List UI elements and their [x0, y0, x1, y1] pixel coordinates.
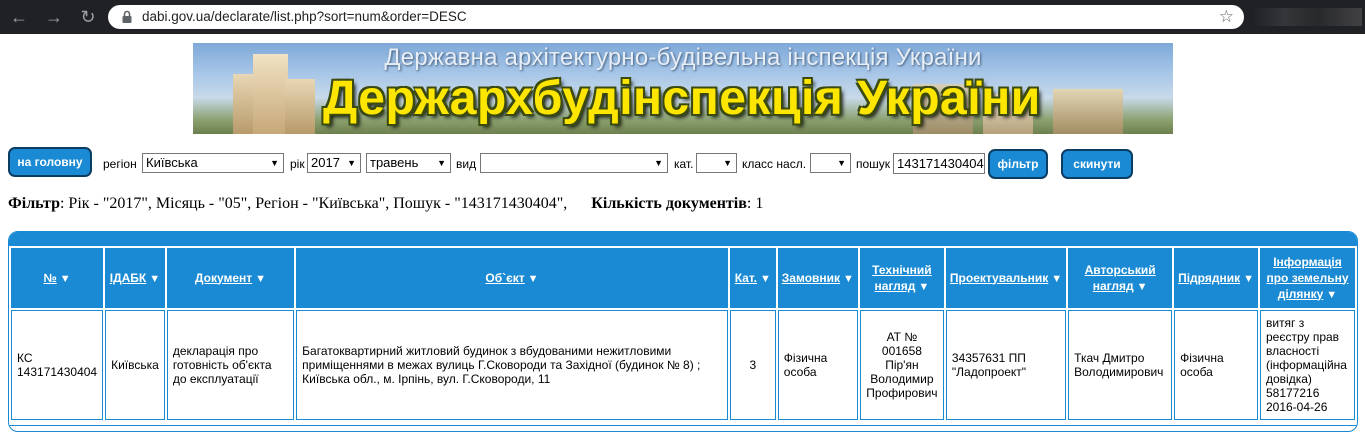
document-count-label: Кількість документів: [591, 195, 747, 212]
sort-arrow-icon: ▼: [59, 272, 71, 285]
cell-document: декларація про готовність об'єкта до екс…: [166, 310, 295, 420]
sort-arrow-icon: ▼: [918, 280, 930, 293]
sort-arrow-icon: ▼: [1051, 272, 1063, 285]
cell-land-info: витяг з реєстру прав власності (інформац…: [1259, 310, 1355, 420]
browser-toolbar: ← → ↻ dabi.gov.ua/declarate/list.php?sor…: [0, 0, 1365, 34]
year-label: рік: [290, 157, 305, 171]
column-header[interactable]: Кат. ▼: [729, 248, 776, 308]
sort-arrow-icon: ▼: [1326, 288, 1338, 301]
column-header[interactable]: Авторський нагляд ▼: [1068, 248, 1173, 308]
back-icon[interactable]: ←: [9, 7, 29, 27]
banner-subtitle: Державна архітектурно-будівельна інспекц…: [384, 44, 982, 71]
cell-designer: 34357631 ПП "Ладопроект": [945, 310, 1067, 420]
month-value: травень: [370, 155, 419, 170]
region-select[interactable]: Київська ▼: [142, 153, 284, 173]
table-header-row: № ▼ ІДАБК ▼ Документ ▼ Об`єкт ▼ Кат. ▼ Замовн…: [11, 248, 1355, 308]
url-text: dabi.gov.ua/declarate/list.php?sort=num&…: [142, 9, 467, 24]
sort-arrow-icon: ▼: [1243, 272, 1254, 285]
sort-arrow-icon: ▼: [843, 272, 854, 285]
cell-tech-supervision: АТ № 001658 Пір'ян Володимир Профирович: [859, 310, 944, 420]
results-table: № ▼ ІДАБК ▼ Документ ▼ Об`єкт ▼ Кат. ▼ Замовн…: [9, 246, 1357, 422]
type-select[interactable]: ▼: [480, 153, 668, 173]
cell-customer: Фізична особа: [777, 310, 858, 420]
cell-contractor: Фізична особа: [1174, 310, 1258, 420]
column-header[interactable]: Проектувальник ▼: [945, 248, 1067, 308]
address-bar[interactable]: dabi.gov.ua/declarate/list.php?sort=num&…: [108, 5, 1244, 29]
chevron-down-icon: ▼: [270, 158, 279, 168]
filter-summary: Фільтр: Рік - "2017", Місяць - "05", Рег…: [8, 195, 763, 213]
extensions-area: [1252, 8, 1362, 26]
document-count-value: : 1: [746, 195, 764, 212]
region-value: Київська: [146, 155, 198, 170]
forward-icon[interactable]: →: [44, 7, 64, 27]
sort-arrow-icon: ▼: [149, 272, 161, 285]
search-label: пошук: [856, 157, 891, 171]
category-label: кат.: [674, 157, 694, 171]
reset-button[interactable]: скинути: [1061, 149, 1133, 179]
class-label: класс насл.: [742, 157, 807, 171]
home-button[interactable]: на головну: [8, 147, 92, 177]
month-select[interactable]: травень ▼: [366, 153, 451, 173]
cell-number: КС 143171430404: [11, 310, 104, 420]
sort-arrow-icon: ▼: [760, 272, 771, 285]
column-header[interactable]: Підрядник ▼: [1174, 248, 1258, 308]
column-header[interactable]: Об`єкт ▼: [296, 248, 728, 308]
chevron-down-icon: ▼: [437, 158, 446, 168]
cell-author-supervision: Ткач Дмитро Володимирович: [1068, 310, 1173, 420]
sort-arrow-icon: ▼: [255, 272, 267, 285]
results-table-container: № ▼ ІДАБК ▼ Документ ▼ Об`єкт ▼ Кат. ▼ Замовн…: [8, 231, 1358, 432]
column-header[interactable]: Замовник ▼: [777, 248, 858, 308]
chevron-down-icon: ▼: [837, 158, 846, 168]
cell-category: 3: [729, 310, 776, 420]
chevron-down-icon: ▼: [347, 158, 356, 168]
reload-icon[interactable]: ↻: [78, 7, 98, 27]
search-input[interactable]: 143171430404: [893, 153, 985, 174]
type-label: вид: [456, 157, 477, 171]
cell-idabk: Київська: [105, 310, 165, 420]
year-select[interactable]: 2017 ▼: [307, 153, 361, 173]
column-header[interactable]: Документ ▼: [166, 248, 295, 308]
table-row: КС 143171430404 Київська декларація про …: [11, 310, 1355, 420]
region-label: регіон: [103, 157, 137, 171]
column-header[interactable]: № ▼: [11, 248, 104, 308]
column-header[interactable]: Технічний нагляд ▼: [859, 248, 944, 308]
chevron-down-icon: ▼: [723, 158, 732, 168]
column-header[interactable]: ІДАБК ▼: [105, 248, 165, 308]
chevron-down-icon: ▼: [654, 158, 663, 168]
sort-arrow-icon: ▼: [1136, 280, 1148, 293]
site-banner: Державна архітектурно-будівельна інспекц…: [193, 43, 1173, 134]
bookmark-star-icon[interactable]: ☆: [1219, 7, 1234, 27]
column-header[interactable]: Інформація про земельну ділянку ▼: [1259, 248, 1355, 308]
year-value: 2017: [311, 155, 340, 170]
filter-summary-label: Фільтр: [8, 195, 60, 212]
cell-object: Багатоквартирний житловий будинок з вбуд…: [296, 310, 728, 420]
class-select[interactable]: ▼: [810, 153, 851, 173]
filter-summary-text: : Рік - "2017", Місяць - "05", Регіон - …: [59, 195, 568, 212]
banner-title: Держархбудінспекція України: [323, 72, 1041, 125]
sort-arrow-icon: ▼: [527, 272, 539, 285]
filter-button[interactable]: фільтр: [988, 149, 1048, 179]
lock-icon: [122, 10, 132, 23]
category-select[interactable]: ▼: [696, 153, 737, 173]
